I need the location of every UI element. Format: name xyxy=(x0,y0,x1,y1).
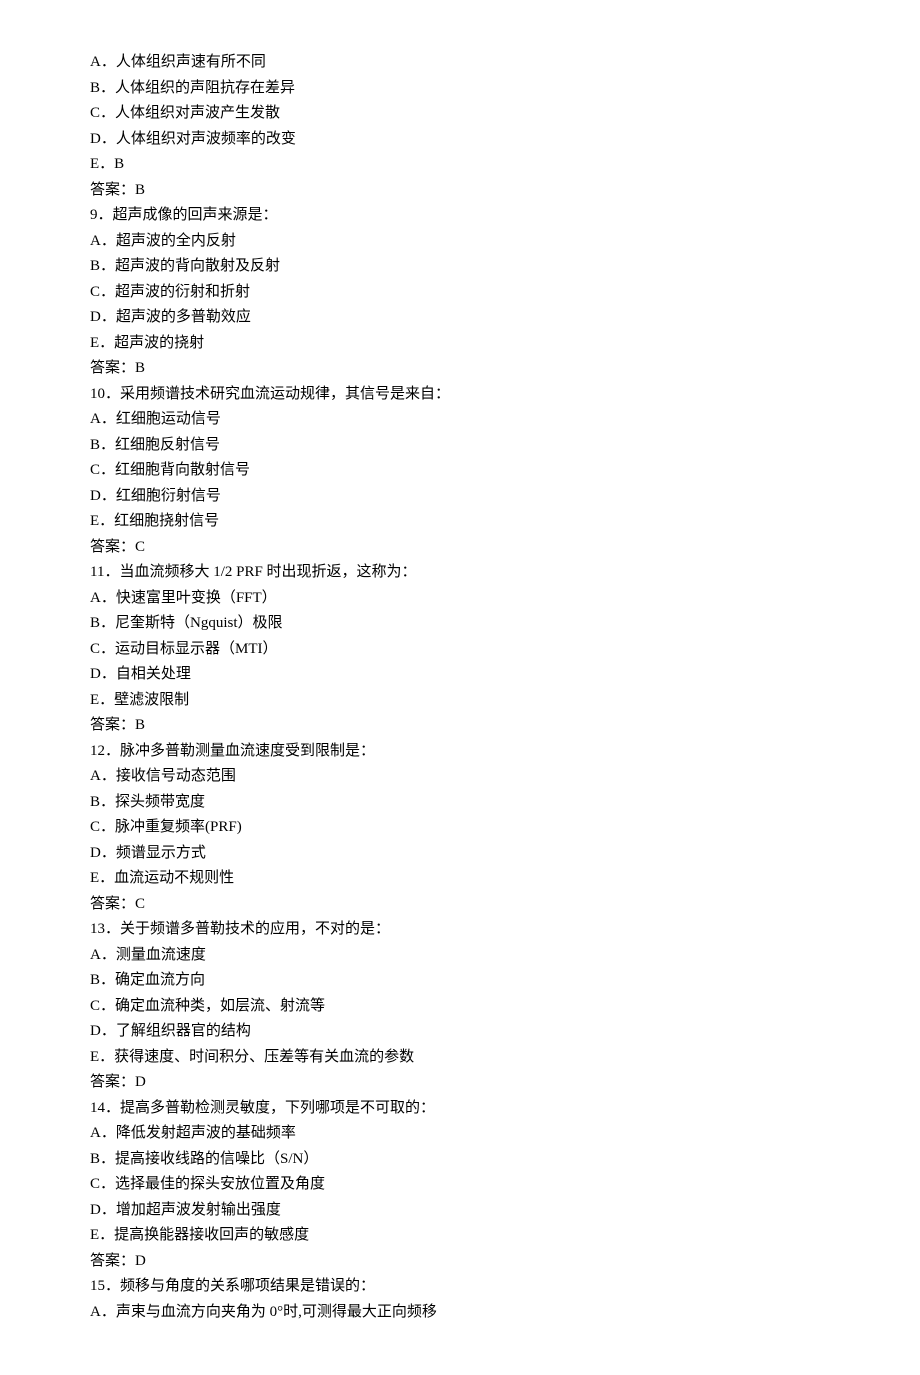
text-line: C．选择最佳的探头安放位置及角度 xyxy=(90,1172,830,1198)
answer-line: 答案：D xyxy=(90,1070,830,1096)
text-line: C．脉冲重复频率(PRF) xyxy=(90,815,830,841)
question-line: 10．采用频谱技术研究血流运动规律，其信号是来自： xyxy=(90,382,830,408)
answer-line: 答案：B xyxy=(90,356,830,382)
question-line: 15．频移与角度的关系哪项结果是错误的： xyxy=(90,1274,830,1300)
text-line: D．红细胞衍射信号 xyxy=(90,484,830,510)
text-line: B．红细胞反射信号 xyxy=(90,433,830,459)
text-line: B．尼奎斯特（Ngquist）极限 xyxy=(90,611,830,637)
text-line: D．了解组织器官的结构 xyxy=(90,1019,830,1045)
answer-line: 答案：C xyxy=(90,535,830,561)
text-line: E．超声波的挠射 xyxy=(90,331,830,357)
text-line: A．测量血流速度 xyxy=(90,943,830,969)
question-line: 13．关于频谱多普勒技术的应用，不对的是： xyxy=(90,917,830,943)
answer-line: 答案：B xyxy=(90,713,830,739)
text-line: A．降低发射超声波的基础频率 xyxy=(90,1121,830,1147)
question-line: 14．提高多普勒检测灵敏度，下列哪项是不可取的： xyxy=(90,1096,830,1122)
text-line: B．人体组织的声阻抗存在差异 xyxy=(90,76,830,102)
text-line: E．红细胞挠射信号 xyxy=(90,509,830,535)
text-line: D．人体组织对声波频率的改变 xyxy=(90,127,830,153)
question-line: 11．当血流频移大 1/2 PRF 时出现折返，这称为： xyxy=(90,560,830,586)
text-line: A．快速富里叶变换（FFT） xyxy=(90,586,830,612)
answer-line: 答案：C xyxy=(90,892,830,918)
text-line: D．自相关处理 xyxy=(90,662,830,688)
question-line: 12．脉冲多普勒测量血流速度受到限制是： xyxy=(90,739,830,765)
text-line: E．血流运动不规则性 xyxy=(90,866,830,892)
text-line: A．人体组织声速有所不同 xyxy=(90,50,830,76)
text-line: D．超声波的多普勒效应 xyxy=(90,305,830,331)
text-line: B．超声波的背向散射及反射 xyxy=(90,254,830,280)
text-line: D．增加超声波发射输出强度 xyxy=(90,1198,830,1224)
text-line: E．获得速度、时间积分、压差等有关血流的参数 xyxy=(90,1045,830,1071)
text-line: A．声束与血流方向夹角为 0°时,可测得最大正向频移 xyxy=(90,1300,830,1326)
text-line: C．超声波的衍射和折射 xyxy=(90,280,830,306)
document-page: A．人体组织声速有所不同 B．人体组织的声阻抗存在差异 C．人体组织对声波产生发… xyxy=(0,0,920,1375)
text-line: B．探头频带宽度 xyxy=(90,790,830,816)
text-line: C．运动目标显示器（MTI） xyxy=(90,637,830,663)
answer-line: 答案：D xyxy=(90,1249,830,1275)
text-line: C．人体组织对声波产生发散 xyxy=(90,101,830,127)
text-line: B．确定血流方向 xyxy=(90,968,830,994)
text-line: B．提高接收线路的信噪比（S/N） xyxy=(90,1147,830,1173)
text-line: A．超声波的全内反射 xyxy=(90,229,830,255)
text-line: C．确定血流种类，如层流、射流等 xyxy=(90,994,830,1020)
text-line: C．红细胞背向散射信号 xyxy=(90,458,830,484)
answer-line: 答案：B xyxy=(90,178,830,204)
text-line: E．壁滤波限制 xyxy=(90,688,830,714)
text-line: E．B xyxy=(90,152,830,178)
question-line: 9．超声成像的回声来源是： xyxy=(90,203,830,229)
text-line: E．提高换能器接收回声的敏感度 xyxy=(90,1223,830,1249)
text-line: A．接收信号动态范围 xyxy=(90,764,830,790)
text-line: D．频谱显示方式 xyxy=(90,841,830,867)
text-line: A．红细胞运动信号 xyxy=(90,407,830,433)
